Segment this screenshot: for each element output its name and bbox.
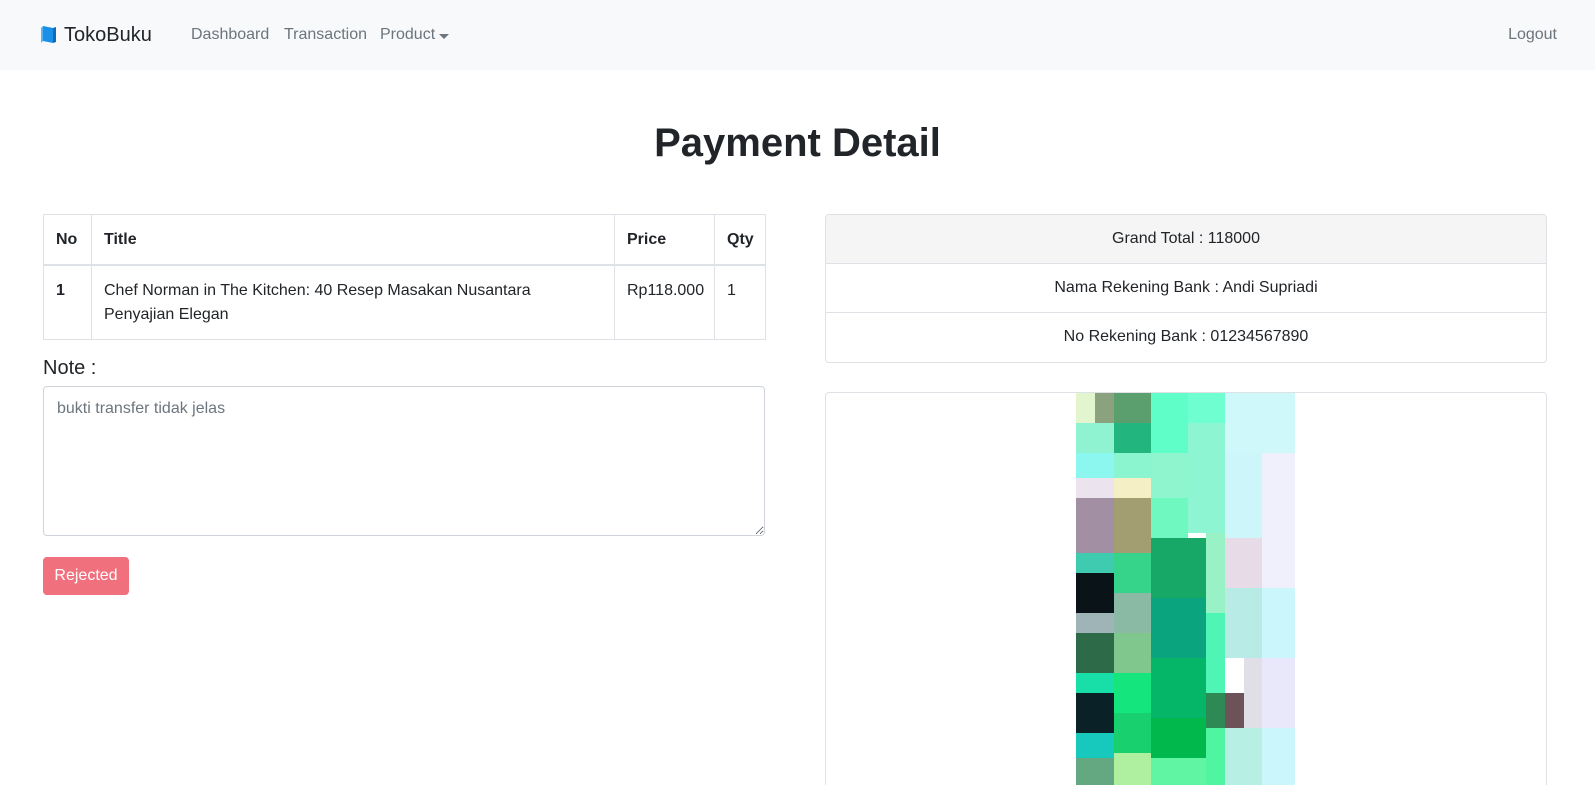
nav-product-dropdown[interactable]: Product xyxy=(380,24,450,46)
bank-account-name: Nama Rekening Bank : Andi Supriadi xyxy=(826,264,1546,313)
bank-account-number: No Rekening Bank : 01234567890 xyxy=(1063,328,1309,345)
nav-product-label: Product xyxy=(380,26,436,43)
grand-total: Grand Total : 118000 xyxy=(826,215,1546,264)
items-table-body: 1 Chef Norman in The Kitchen: 40 Resep M… xyxy=(43,264,766,340)
nav-transaction[interactable]: Transaction xyxy=(284,24,367,46)
caret-down-icon xyxy=(439,33,450,39)
rejected-status-button[interactable]: Rejected xyxy=(43,557,129,595)
navbar: TokoBuku Dashboard Transaction Product L… xyxy=(0,0,1595,70)
cell-price: Rp118.000 xyxy=(614,264,715,340)
note-textarea[interactable]: bukti transfer tidak jelas xyxy=(43,386,765,536)
brand-link[interactable]: TokoBuku xyxy=(40,22,152,48)
column-header-qty: Qty xyxy=(714,214,766,266)
payment-info-list: Grand Total : 118000 Nama Rekening Bank … xyxy=(825,214,1547,363)
items-table: No Title Price Qty 1 Chef Norman in The … xyxy=(43,214,766,340)
items-table-header: No Title Price Qty xyxy=(43,214,766,266)
note-label: Note : xyxy=(43,357,97,379)
page-title: Payment Detail xyxy=(654,121,941,165)
brand-name: TokoBuku xyxy=(64,23,152,46)
column-header-price: Price xyxy=(614,214,715,266)
nav-dashboard[interactable]: Dashboard xyxy=(191,24,269,46)
book-icon xyxy=(40,25,58,45)
column-header-no: No xyxy=(43,214,92,266)
logout-link[interactable]: Logout xyxy=(1508,24,1557,46)
payment-proof-card xyxy=(825,392,1547,785)
table-row: 1 Chef Norman in The Kitchen: 40 Resep M… xyxy=(43,264,766,340)
cell-qty: 1 xyxy=(714,264,766,340)
cell-title: Chef Norman in The Kitchen: 40 Resep Mas… xyxy=(91,264,615,340)
payment-proof-image[interactable] xyxy=(1076,393,1295,785)
column-header-title: Title xyxy=(91,214,615,266)
cell-no: 1 xyxy=(43,264,92,340)
table-header-row: No Title Price Qty xyxy=(43,214,766,266)
